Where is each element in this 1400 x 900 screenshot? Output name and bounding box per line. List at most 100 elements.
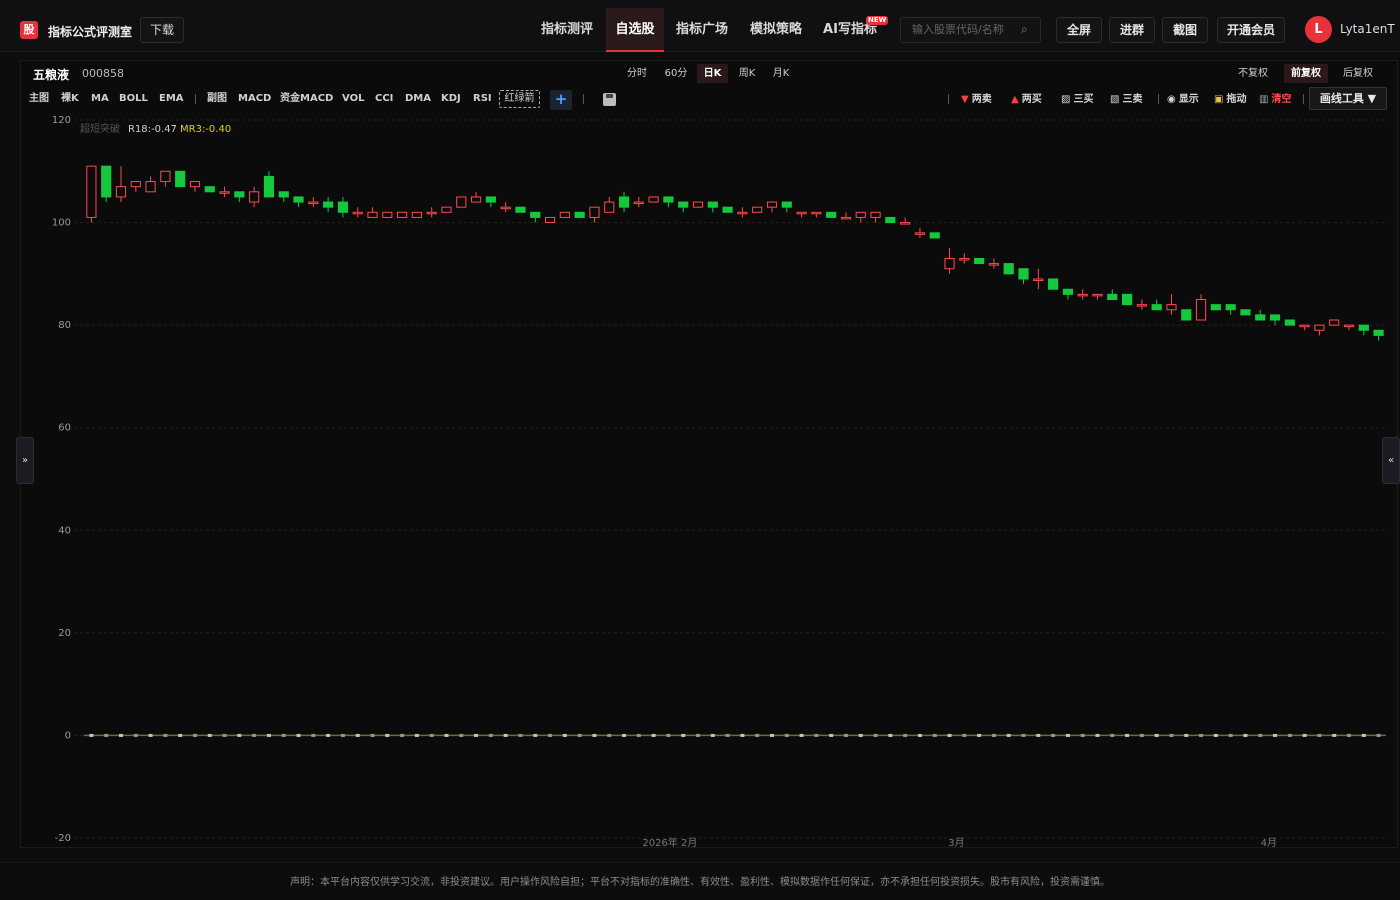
username[interactable]: Lyta1enT (1340, 22, 1395, 36)
stock-code: 000858 (82, 67, 124, 80)
candle-body (1358, 324, 1369, 331)
signal-dot (991, 733, 996, 737)
signal-dot (1347, 733, 1352, 737)
period-daily[interactable]: 日K (697, 64, 728, 83)
candle-body (426, 211, 437, 215)
candle-body (308, 201, 319, 205)
tool-two-buy[interactable]: ▲ 两买 (1011, 92, 1042, 107)
candle-body (1077, 293, 1088, 297)
signal-dot (873, 733, 878, 737)
candle-body (86, 165, 97, 218)
indicator-rsi[interactable]: RSI (473, 92, 492, 106)
signal-dot (858, 733, 863, 737)
tool-drag[interactable]: ▣ 拖动 (1214, 92, 1246, 107)
adjust-none[interactable]: 不复权 (1233, 64, 1273, 83)
indicator-fund-macd[interactable]: 资金MACD (280, 92, 333, 106)
candle-body (530, 211, 541, 218)
search-input[interactable]: 输入股票代码/名称 (900, 17, 1041, 43)
candle-body (544, 216, 556, 224)
candle-body (604, 201, 615, 213)
signal-dot (104, 733, 109, 737)
candle-body (130, 181, 141, 188)
brand-title[interactable]: 指标公式评测室 (48, 23, 132, 40)
indicator-kdj[interactable]: KDJ (441, 92, 461, 106)
tool-three-buy[interactable]: ▨ 三买 (1061, 92, 1093, 107)
add-indicator-button[interactable]: + (550, 90, 572, 110)
candle-body (1048, 278, 1059, 290)
download-button[interactable]: 下载 (140, 17, 184, 43)
candle-body (397, 211, 408, 218)
indicator-naked-k[interactable]: 裸K (61, 92, 79, 106)
candle-body (456, 196, 467, 208)
period-intraday[interactable]: 分时 (622, 64, 652, 83)
expand-left-button[interactable]: » (16, 437, 34, 484)
candle-body (648, 196, 659, 203)
candle-body (574, 211, 585, 218)
candle-body (959, 257, 970, 261)
fullscreen-button[interactable]: 全屏 (1056, 17, 1102, 43)
candle-body (796, 211, 807, 215)
signal-dot (488, 733, 493, 737)
indicator-sub-chart[interactable]: 副图 (207, 92, 227, 106)
draw-tools-dropdown[interactable]: 画线工具 ▼ (1309, 87, 1387, 110)
nav-indicator-review[interactable]: 指标测评 (532, 8, 602, 52)
candle-body (781, 201, 792, 208)
indicator-ema[interactable]: EMA (159, 92, 184, 106)
tool-three-sell[interactable]: ▧ 三卖 (1110, 92, 1142, 107)
y-tick-label: 0 (65, 730, 71, 741)
tool-two-sell[interactable]: ▼ 两卖 (961, 92, 992, 107)
nav-watchlist[interactable]: 自选股 (606, 8, 664, 52)
indicator-dma[interactable]: DMA (405, 92, 431, 106)
tool-clear[interactable]: ▥ 清空 (1259, 92, 1291, 107)
candle-body (441, 206, 452, 213)
signal-dot (932, 733, 937, 737)
candle-body (707, 201, 718, 208)
signal-dot (311, 733, 316, 737)
nav-sim-strategy[interactable]: 模拟策略 (742, 8, 810, 52)
nav-ai-indicator[interactable]: AI写指标 (816, 8, 884, 52)
signal-dot (296, 733, 301, 737)
candle-body (870, 211, 881, 218)
expand-right-button[interactable]: « (1382, 437, 1400, 484)
save-icon[interactable] (603, 93, 616, 106)
indicator-ma[interactable]: MA (91, 92, 109, 106)
signal-dot (385, 733, 390, 737)
signal-dot (474, 733, 479, 737)
signal-dot (1376, 733, 1381, 737)
period-monthly[interactable]: 月K (768, 64, 794, 83)
candle-body (722, 206, 733, 213)
candle-body (1195, 299, 1207, 321)
period-weekly[interactable]: 周K (734, 64, 760, 83)
adjust-backward[interactable]: 后复权 (1338, 64, 1378, 83)
indicator-cci[interactable]: CCI (375, 92, 393, 106)
candle-body (692, 201, 704, 208)
screenshot-button[interactable]: 截图 (1162, 17, 1208, 43)
indicator-red-green-arrow[interactable]: 红绿箭 (499, 90, 540, 108)
period-60min[interactable]: 60分 (660, 64, 692, 83)
signal-dot (163, 733, 168, 737)
indicator-boll[interactable]: BOLL (119, 92, 148, 106)
signal-dot (222, 733, 227, 737)
indicator-vol[interactable]: VOL (342, 92, 364, 106)
signal-dot (548, 733, 553, 737)
candle-body (589, 206, 600, 218)
search-icon[interactable]: ⌕ (1021, 22, 1028, 37)
candle-body (470, 196, 482, 203)
signal-dot (1213, 733, 1218, 737)
join-group-button[interactable]: 进群 (1109, 17, 1155, 43)
nav-indicator-square[interactable]: 指标广场 (668, 8, 736, 52)
signal-dot (1287, 733, 1292, 737)
indicator-macd[interactable]: MACD (238, 92, 271, 106)
avatar[interactable]: L (1305, 16, 1332, 43)
adjust-forward[interactable]: 前复权 (1284, 64, 1328, 83)
signal-dot (252, 733, 257, 737)
candlestick-chart[interactable]: 120 100 80 60 40 20 0 -20 超短突破 R18:-0.47 MR3:-0.40… (22, 112, 1396, 848)
candle-body (175, 170, 186, 188)
indicator-main-chart[interactable]: 主图 (29, 92, 49, 106)
signal-dot (133, 733, 138, 737)
candle-body (219, 191, 230, 194)
divider (195, 94, 196, 104)
signal-dot (577, 733, 582, 737)
tool-show[interactable]: ◉ 显示 (1167, 92, 1199, 107)
membership-button[interactable]: 开通会员 (1217, 17, 1285, 43)
